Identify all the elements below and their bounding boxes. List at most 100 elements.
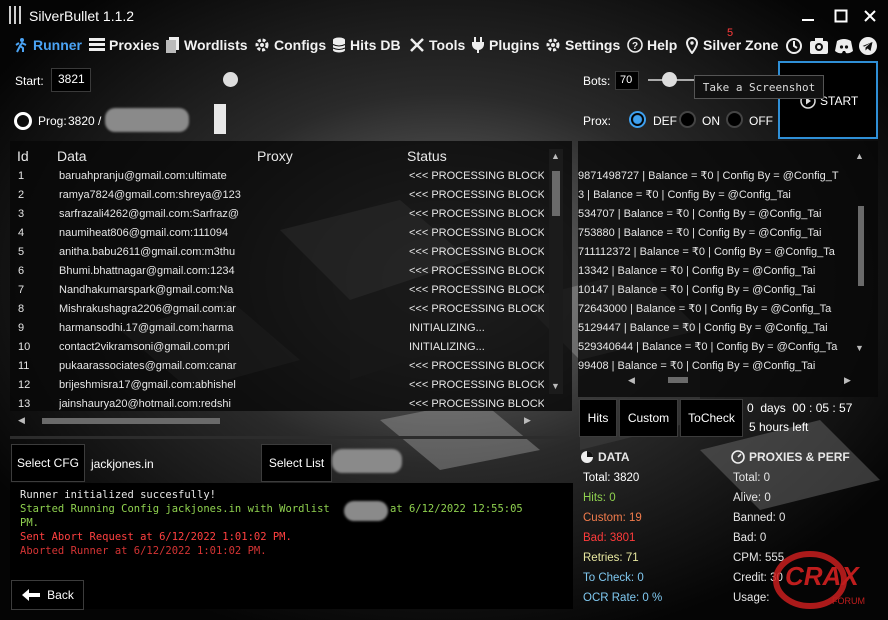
bots-input[interactable]: 70: [615, 71, 639, 90]
hit-row[interactable]: 753880 | Balance = ₹0 | Config By = @Con…: [578, 226, 863, 239]
log-line-2b: at 6/12/2022 12:55:05: [390, 503, 523, 515]
title-bar: SilverBullet 1.1.2: [0, 0, 888, 32]
hits-scroll-up-icon[interactable]: ▲: [855, 151, 864, 161]
table-row[interactable]: 8 Mishrakushagra2206@gmail.com:ar <<< PROC…: [10, 300, 555, 319]
scroll-left-icon[interactable]: ◀: [18, 415, 25, 426]
watermark-sub: FORUM: [832, 596, 865, 606]
cell-status: <<< PROCESSING BLOCK: [409, 303, 544, 315]
screenshot-button[interactable]: [809, 36, 829, 56]
log-line-5: Aborted Runner at 6/12/2022 1:01:02 PM.: [20, 545, 267, 557]
table-row[interactable]: 9 harmansodhi.17@gmail.com:harma INITIALIZ…: [10, 319, 555, 338]
cell-id: 10: [18, 341, 31, 353]
start-button[interactable]: START: [778, 61, 878, 139]
hit-row[interactable]: 72643000 | Balance = ₹0 | Config By = @C…: [578, 302, 863, 315]
table-row[interactable]: 6 Bhumi.bhattnagar@gmail.com:1234 <<< PROC…: [10, 262, 555, 281]
grid-scroll-thumb[interactable]: [552, 171, 560, 216]
hits-scroll-thumb[interactable]: [858, 206, 864, 286]
nav-plugins[interactable]: Plugins: [471, 35, 540, 55]
history-button[interactable]: [784, 36, 804, 56]
tab-hits[interactable]: Hits: [579, 399, 617, 437]
grid-hscroll-thumb[interactable]: [42, 418, 220, 424]
back-button[interactable]: Back: [11, 580, 84, 610]
nav-runner[interactable]: Runner: [13, 35, 82, 55]
maximize-button[interactable]: [828, 5, 854, 27]
scroll-down-icon[interactable]: ▼: [551, 381, 560, 391]
hit-row[interactable]: 711112372 | Balance = ₹0 | Config By = @…: [578, 245, 863, 258]
grid-vertical-scrollbar[interactable]: ▲ ▼: [549, 149, 563, 394]
cell-status: INITIALIZING...: [409, 341, 485, 353]
table-row[interactable]: 4 naumiheat806@gmail.com:111094 <<< PROCES…: [10, 224, 555, 243]
camera-icon: [810, 38, 828, 54]
redacted-log-wordlist: [344, 501, 388, 521]
cell-id: 2: [18, 189, 25, 201]
prox-on-radio[interactable]: [679, 111, 696, 128]
hits-scroll-right-icon[interactable]: ▶: [844, 375, 851, 386]
prox-off-radio[interactable]: [726, 111, 743, 128]
nav-runner-label: Runner: [33, 37, 82, 53]
database-icon: [332, 37, 346, 53]
table-row[interactable]: 1 baruahpranju@gmail.com:ultimate <<< PROC…: [10, 167, 555, 186]
discord-button[interactable]: [834, 36, 854, 56]
column-header-status[interactable]: Status: [407, 148, 447, 164]
table-row[interactable]: 2 ramya7824@gmail.com:shreya@123 <<< PROCE…: [10, 186, 555, 205]
cell-status: <<< PROCESSING BLOCK: [409, 208, 544, 220]
stat-hits: Hits: 0: [583, 492, 616, 504]
cfg-name: jackjones.in: [91, 457, 154, 471]
telegram-button[interactable]: [858, 36, 878, 56]
prox-def-label: DEF: [653, 114, 677, 128]
hit-row[interactable]: 99408 | Balance = ₹0 | Config By = @Conf…: [578, 359, 863, 372]
prox-def-radio[interactable]: [629, 111, 646, 128]
minimize-button[interactable]: [795, 5, 821, 27]
nav-help[interactable]: ? Help: [627, 35, 677, 55]
hits-scroll-down-icon[interactable]: ▼: [855, 343, 864, 353]
redacted-total: [105, 108, 189, 132]
cell-status: <<< PROCESSING BLOCK: [409, 398, 544, 410]
start-slider-thumb[interactable]: [223, 72, 238, 87]
scroll-right-icon[interactable]: ▶: [524, 415, 531, 426]
nav-configs[interactable]: Configs: [254, 35, 326, 55]
hit-row[interactable]: 529340644 | Balance = ₹0 | Config By = @…: [578, 340, 863, 353]
splitter[interactable]: [10, 436, 573, 439]
nav-wordlists[interactable]: Wordlists: [166, 35, 248, 55]
table-row[interactable]: 3 sarfrazali4262@gmail.com:Sarfraz@ <<< PR…: [10, 205, 555, 224]
minimize-icon: [802, 19, 814, 21]
hit-row[interactable]: 13342 | Balance = ₹0 | Config By = @Conf…: [578, 264, 863, 277]
table-row[interactable]: 10 contact2vikramsoni@gmail.com:pri INITIA…: [10, 338, 555, 357]
table-row[interactable]: 5 anitha.babu2611@gmail.com:m3thu <<< PROC…: [10, 243, 555, 262]
nav-settings[interactable]: Settings: [545, 35, 620, 55]
nav-hits-db[interactable]: Hits DB: [332, 35, 401, 55]
nav-settings-label: Settings: [565, 37, 621, 53]
screenshot-tooltip: Take a Screenshot: [694, 75, 824, 99]
select-list-button[interactable]: Select List: [261, 444, 332, 482]
cell-data: brijeshmisra17@gmail.com:abhishel: [59, 379, 236, 391]
cell-id: 4: [18, 227, 25, 239]
scroll-up-icon[interactable]: ▲: [551, 151, 560, 161]
close-button[interactable]: [857, 5, 883, 27]
cell-data: jainshaurya20@hotmail.com:redshi: [59, 398, 231, 410]
select-cfg-button[interactable]: Select CFG: [11, 444, 85, 482]
column-header-proxy[interactable]: Proxy: [257, 148, 293, 164]
hits-hscroll-thumb[interactable]: [668, 377, 688, 383]
tab-custom[interactable]: Custom: [619, 399, 678, 437]
tab-tocheck[interactable]: ToCheck: [680, 399, 743, 437]
nav-tools[interactable]: Tools: [409, 35, 465, 55]
start-input[interactable]: 3821: [51, 68, 91, 92]
table-row[interactable]: 11 pukaarassociates@gmail.com:canar <<< PR…: [10, 357, 555, 376]
hits-scroll-left-icon[interactable]: ◀: [628, 375, 635, 386]
table-row[interactable]: 13 jainshaurya20@hotmail.com:redshi <<< PR…: [10, 395, 555, 411]
cell-status: <<< PROCESSING BLOCK: [409, 379, 544, 391]
hit-row[interactable]: 9871498727 | Balance = ₹0 | Config By = …: [578, 169, 863, 182]
nav-proxies[interactable]: Proxies: [89, 35, 160, 55]
bots-slider-thumb[interactable]: [662, 72, 677, 87]
hit-row[interactable]: 10147 | Balance = ₹0 | Config By = @Conf…: [578, 283, 863, 296]
hit-row[interactable]: 5129447 | Balance = ₹0 | Config By = @Co…: [578, 321, 863, 334]
hit-row[interactable]: 3 | Balance = ₹0 | Config By = @Config_T…: [578, 188, 863, 201]
table-row[interactable]: 7 Nandhakumarspark@gmail.com:Na <<< PROCES…: [10, 281, 555, 300]
column-header-data[interactable]: Data: [57, 148, 87, 164]
hit-row[interactable]: 534707 | Balance = ₹0 | Config By = @Con…: [578, 207, 863, 220]
column-header-id[interactable]: Id: [17, 148, 29, 164]
proxies-icon: [89, 38, 105, 51]
prox-off-label: OFF: [749, 114, 773, 128]
configs-gear-icon: [255, 38, 269, 52]
table-row[interactable]: 12 brijeshmisra17@gmail.com:abhishel <<< P…: [10, 376, 555, 395]
